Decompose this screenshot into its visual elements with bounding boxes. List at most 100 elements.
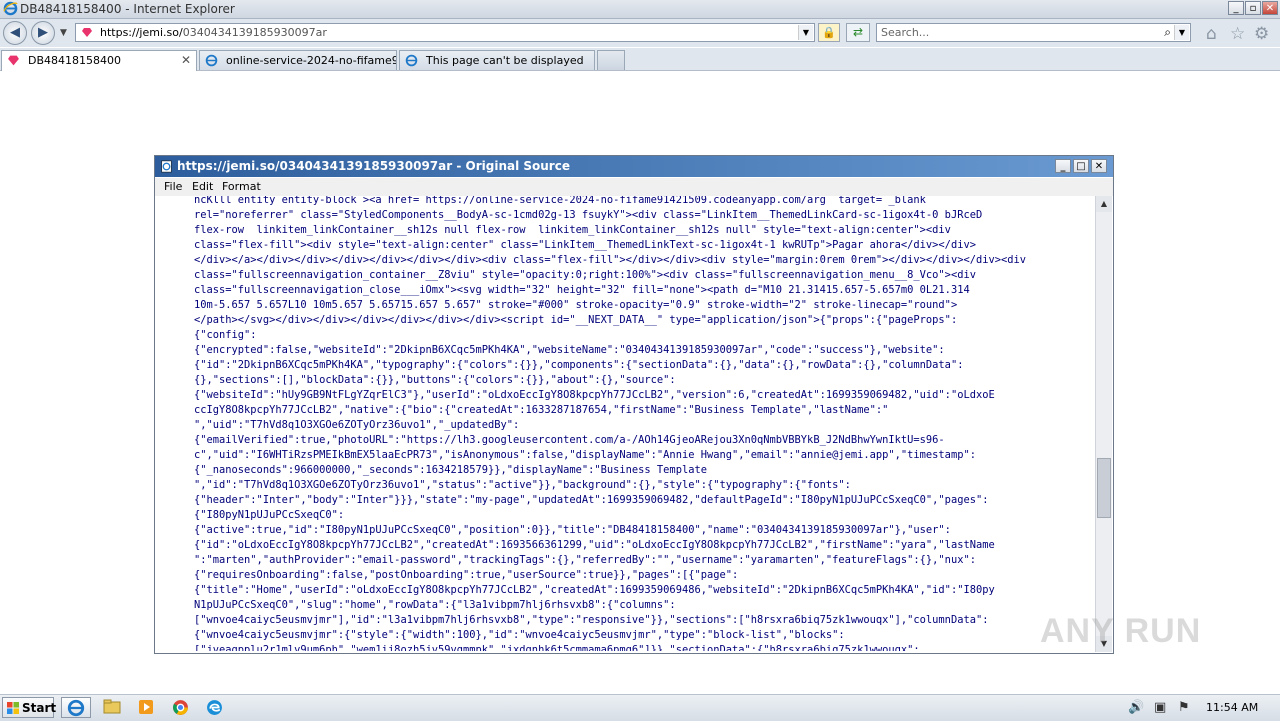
menu-edit[interactable]: Edit	[192, 180, 213, 193]
action-center-flag-icon[interactable]: ⚑	[1178, 700, 1190, 715]
window-controls: _ ▫ ✕	[1228, 1, 1278, 15]
home-icon[interactable]: ⌂	[1206, 24, 1217, 44]
source-code-line: {"active":true,"id":"I80pyN1pUJuPCcSxeqC…	[194, 524, 951, 536]
source-code-line: 10m-5.657 5.657L10 10m5.657 5.65715.657 …	[194, 299, 958, 311]
source-window-title-bar: https://jemi.so/0340434139185930097ar - …	[155, 156, 1113, 177]
source-code-line: class="flex-fill"><div style="text-align…	[194, 239, 976, 251]
search-box[interactable]: Search... ⌕ ▼	[876, 23, 1191, 42]
edge-icon	[206, 700, 222, 715]
source-code-line: flex-row linkitem_linkContainer__sh12s n…	[194, 224, 951, 236]
source-code-line: {"header":"Inter","body":"Inter"}}},"sta…	[194, 494, 989, 506]
ie-page-icon	[405, 54, 418, 67]
source-window-title: https://jemi.so/0340434139185930097ar - …	[177, 159, 570, 173]
source-code-line: </path></svg></div></div></div></div></d…	[194, 314, 958, 326]
internet-explorer-icon	[3, 1, 18, 16]
ie-title-bar: DB48418158400 - Internet Explorer _ ▫ ✕	[0, 0, 1280, 19]
scroll-up-icon[interactable]: ▲	[1096, 196, 1112, 212]
source-code-line: {"emailVerified":true,"photoURL":"https:…	[194, 434, 945, 446]
internet-explorer-icon	[67, 699, 85, 717]
folder-icon	[103, 699, 121, 714]
source-code-line: rel="noreferrer" class="StyledComponents…	[194, 209, 983, 221]
url-path: 0340434139185930097ar	[182, 26, 327, 39]
source-code-line: N1pUJuPCcSxeqC0","slug":"home","rowData"…	[194, 599, 676, 611]
site-favicon-icon	[8, 55, 19, 66]
network-icon[interactable]: ▣	[1154, 700, 1166, 715]
tab-strip: DB48418158400 ✕ online-service-2024-no-f…	[0, 48, 1280, 71]
source-code-line: {"websiteId":"hUy9GB9NtFLgYZqrElC3"},"us…	[194, 389, 995, 401]
refresh-icon[interactable]: ⇄	[846, 23, 870, 42]
source-code-line: ccIgY8O8kpcpYh77JCcLB2","native":{"bio":…	[194, 404, 889, 416]
forward-button[interactable]: ▶	[31, 21, 55, 45]
source-viewer-window: https://jemi.so/0340434139185930097ar - …	[154, 155, 1114, 654]
source-code-line: {"title":"Home","userId":"oLdxoEccIgY8O8…	[194, 584, 995, 596]
taskbar-explorer-icon[interactable]	[97, 697, 127, 718]
navigation-bar: ◀ ▶ ▼ https://jemi.so/034043413918593009…	[0, 19, 1280, 47]
search-dropdown-icon[interactable]: ▼	[1174, 25, 1189, 40]
source-code-line: ["wnvoe4caiyc5eusmvjmr"],"id":"l3a1vibpm…	[194, 614, 989, 626]
source-window-controls: _ □ ✕	[1055, 159, 1107, 173]
menu-file[interactable]: File	[164, 180, 182, 193]
new-tab-button[interactable]	[597, 50, 625, 70]
tab-page-error[interactable]: This page can't be displayed	[399, 50, 595, 70]
source-code-line: {"I80pyN1pUJuPCcSxeqC0":	[194, 509, 345, 521]
minimize-button[interactable]: _	[1228, 1, 1244, 15]
source-maximize-button[interactable]: □	[1073, 159, 1089, 173]
source-code-line: class="fullscreennavigation_close___iOmx…	[194, 284, 970, 296]
close-button[interactable]: ✕	[1262, 1, 1278, 15]
anyrun-watermark: ANY RUN	[1040, 612, 1202, 650]
start-button[interactable]: Start	[2, 697, 56, 718]
source-code-line: {"id":"oLdxoEccIgY8O8kpcpYh77JCcLB2","cr…	[194, 539, 995, 551]
tab-active[interactable]: DB48418158400 ✕	[1, 50, 197, 71]
taskbar-ie-icon[interactable]	[61, 697, 91, 718]
source-code-line: class="fullscreennavigation_container__Z…	[194, 269, 976, 281]
lock-icon[interactable]: 🔒	[818, 23, 840, 42]
windows-flag-icon	[7, 702, 19, 714]
history-dropdown-icon[interactable]: ▼	[60, 28, 67, 38]
back-button[interactable]: ◀	[3, 21, 27, 45]
address-dropdown-icon[interactable]: ▼	[798, 25, 813, 40]
search-icon[interactable]: ⌕	[1164, 25, 1171, 40]
source-code-line: ["jveagpplu2r1mlv9um6ph","wem1ij8ozh5jv5…	[194, 644, 920, 651]
taskbar-media-player-icon[interactable]	[131, 697, 161, 718]
window-title: DB48418158400 - Internet Explorer	[20, 2, 235, 16]
source-code-line: {"encrypted":false,"websiteId":"2DkipnB6…	[194, 344, 945, 356]
url-host: https://jemi.so/	[100, 26, 183, 39]
chrome-icon	[172, 700, 188, 715]
media-player-icon	[139, 700, 153, 714]
site-favicon-icon	[82, 28, 92, 37]
vertical-scrollbar[interactable]: ▲ ▼	[1095, 196, 1112, 652]
tab-online-service[interactable]: online-service-2024-no-fifame9...	[199, 50, 397, 70]
source-close-button[interactable]: ✕	[1091, 159, 1107, 173]
source-code-text: ncKlll entity entity-block ><a href= htt…	[194, 196, 1026, 651]
tab-close-icon[interactable]: ✕	[181, 53, 191, 67]
settings-gear-icon[interactable]: ⚙	[1254, 24, 1269, 44]
source-code-line: ","id":"T7hVd8q1O3XGOe6ZOTyOrz36uvo1","s…	[194, 479, 851, 491]
scroll-thumb[interactable]	[1097, 458, 1111, 518]
source-code-line: {"_nanoseconds":966000000,"_seconds":163…	[194, 464, 707, 476]
source-menu-bar: File Edit Format	[155, 178, 1113, 196]
favorites-star-icon[interactable]: ☆	[1230, 24, 1245, 44]
ie-page-icon	[205, 54, 218, 67]
source-minimize-button[interactable]: _	[1055, 159, 1071, 173]
source-code-line: ":"marten","authProvider":"email-passwor…	[194, 554, 976, 566]
address-bar[interactable]: https://jemi.so/0340434139185930097ar ▼	[75, 23, 815, 42]
tab-label: This page can't be displayed	[426, 54, 584, 67]
tab-label: online-service-2024-no-fifame9...	[226, 54, 397, 67]
source-code-line: ","uid":"T7hVd8q1O3XGOe6ZOTyOrz36uvo1","…	[194, 419, 520, 431]
taskbar-edge-icon[interactable]	[199, 697, 229, 718]
taskbar-chrome-icon[interactable]	[165, 697, 195, 718]
source-code-line: {},"sections":[],"blockData":{}},"button…	[194, 374, 676, 386]
source-code-line: {"requiresOnboarding":false,"postOnboard…	[194, 569, 739, 581]
taskbar: Start 🔊 ▣ ⚑ 11:54 AM	[0, 694, 1280, 721]
source-page-icon	[161, 160, 172, 173]
search-input[interactable]: Search...	[881, 26, 929, 39]
menu-format[interactable]: Format	[222, 180, 261, 193]
maximize-button[interactable]: ▫	[1245, 1, 1261, 15]
source-code-line: </div></a></div></div></div></div></div>…	[194, 254, 1027, 266]
source-code-area[interactable]: ncKlll entity entity-block ><a href= htt…	[156, 196, 1094, 651]
clock: 11:54 AM	[1206, 701, 1259, 714]
volume-icon[interactable]: 🔊	[1128, 700, 1144, 715]
tab-label: DB48418158400	[28, 54, 122, 67]
url-text[interactable]: https://jemi.so/0340434139185930097ar	[100, 26, 327, 39]
source-code-line: c","uid":"I6WHTiRzsPMEIkBmEX5laaEcPR73",…	[194, 449, 976, 461]
